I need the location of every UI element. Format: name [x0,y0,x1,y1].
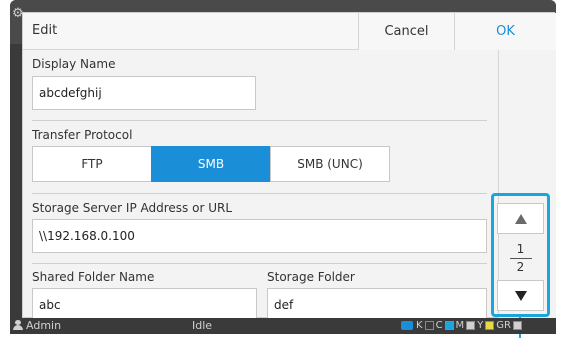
storage-folder-field[interactable]: def [267,288,487,319]
display-name-label: Display Name [32,57,116,71]
server-address-label: Storage Server IP Address or URL [32,201,233,215]
protocol-ftp-button[interactable]: FTP [32,146,152,182]
ok-button[interactable]: OK [454,13,556,50]
ink-level-k [424,321,434,330]
dialog-title: Edit [32,23,58,38]
ink-level-gr [513,321,522,330]
transfer-protocol-label: Transfer Protocol [32,128,133,142]
divider [32,193,487,194]
shared-folder-field[interactable]: abc [32,288,257,319]
ink-label-m: M [455,320,465,331]
dialog-content: Display Name abcdefghij Transfer Protoco… [23,50,491,319]
storage-folder-label: Storage Folder [267,270,355,284]
ink-label-y: Y [477,320,484,331]
ink-levels: K C M Y GR [400,320,522,331]
ink-drop-icon [401,321,413,330]
ink-level-y [485,321,495,330]
ink-label-k: K [416,320,423,331]
edit-dialog: Edit Cancel OK Display Name abcdefghij T… [22,12,556,319]
ink-level-m [466,321,476,330]
protocol-smb-button[interactable]: SMB [151,146,271,182]
status-bar: Admin Idle K C M Y GR [10,318,556,334]
user-indicator: Admin [13,319,61,332]
protocol-segmented-control: FTP SMB SMB (UNC) [32,146,390,182]
divider [32,263,487,264]
callout-highlight [491,193,550,317]
divider [32,120,487,121]
ink-label-c: C [435,320,443,331]
user-name: Admin [26,319,62,332]
protocol-smb-unc-button[interactable]: SMB (UNC) [270,146,390,182]
ink-label-gr: GR [496,320,511,331]
cancel-button[interactable]: Cancel [358,13,454,50]
dialog-header: Edit Cancel OK [23,13,556,50]
ink-level-c [444,321,454,330]
machine-status: Idle [192,319,213,332]
user-icon [13,320,23,331]
server-address-field[interactable]: \\192.168.0.100 [32,219,487,253]
shared-folder-label: Shared Folder Name [32,270,155,284]
display-name-field[interactable]: abcdefghij [32,76,256,110]
